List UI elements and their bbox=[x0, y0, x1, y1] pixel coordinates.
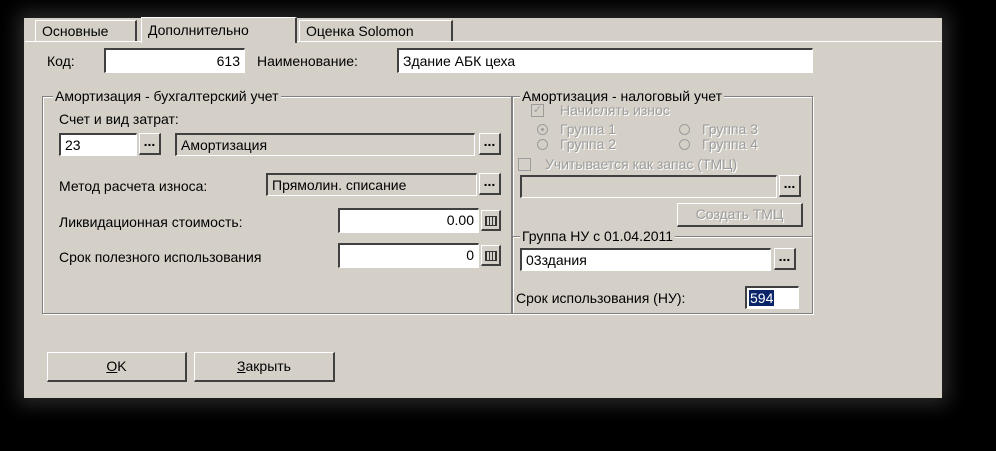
calendar-icon bbox=[484, 251, 497, 261]
calendar-icon bbox=[484, 216, 497, 226]
accrue-label: Начислять износ bbox=[560, 102, 670, 118]
method-label: Метод расчета износа: bbox=[59, 178, 208, 194]
ellipsis-icon: ... bbox=[778, 248, 791, 264]
nu-term-selected-text: 594 bbox=[749, 290, 775, 306]
group4-label: Группа 4 bbox=[702, 136, 759, 152]
inventory-checkbox[interactable] bbox=[518, 158, 531, 171]
useful-life-calculator-button[interactable] bbox=[481, 245, 501, 266]
liquidation-field[interactable]: 0.00 bbox=[338, 208, 479, 233]
cost-type-browse-button[interactable]: ... bbox=[479, 133, 501, 155]
inventory-label: Учитывается как запас (ТМЦ) bbox=[545, 156, 738, 172]
liquidation-calculator-button[interactable] bbox=[481, 210, 501, 231]
name-label: Наименование: bbox=[257, 53, 358, 69]
nu-group-browse-button[interactable]: ... bbox=[774, 248, 796, 270]
cost-type-field: Амортизация bbox=[175, 133, 475, 156]
group3-radio[interactable] bbox=[679, 124, 690, 135]
nu-group-legend: Группа НУ с 01.04.2011 bbox=[520, 228, 676, 244]
nu-term-field[interactable]: 594 bbox=[745, 286, 799, 309]
useful-life-label: Срок полезного использования bbox=[59, 249, 262, 265]
nu-term-label: Срок использования (НУ): bbox=[516, 290, 686, 306]
code-label: Код: bbox=[47, 53, 75, 69]
ellipsis-icon: ... bbox=[483, 173, 496, 189]
inventory-browse-button[interactable]: ... bbox=[779, 175, 801, 197]
group3-label: Группа 3 bbox=[702, 121, 759, 137]
account-field[interactable]: 23 bbox=[59, 133, 137, 156]
group4-radio[interactable] bbox=[679, 139, 690, 150]
checkmark-icon: ✓ bbox=[532, 104, 543, 116]
tax-legend: Амортизация - налоговый учет bbox=[520, 88, 724, 104]
group2-label: Группа 2 bbox=[560, 136, 617, 152]
tab-main[interactable]: Основные bbox=[35, 20, 137, 41]
method-browse-button[interactable]: ... bbox=[479, 173, 501, 195]
account-browse-button[interactable]: ... bbox=[139, 133, 161, 155]
liquidation-label: Ликвидационная стоимость: bbox=[59, 214, 243, 230]
accrue-checkbox[interactable]: ✓ bbox=[531, 104, 544, 117]
group1-label: Группа 1 bbox=[560, 121, 617, 137]
group1-radio[interactable] bbox=[537, 124, 548, 135]
create-inventory-button[interactable]: Создать ТМЦ bbox=[677, 203, 803, 227]
tab-additional[interactable]: Дополнительно bbox=[141, 17, 297, 43]
ellipsis-icon: ... bbox=[143, 133, 156, 149]
accounting-legend: Амортизация - бухгалтерский учет bbox=[53, 88, 281, 104]
nu-group-field[interactable]: 03здания bbox=[520, 248, 771, 271]
method-field: Прямолин. списание bbox=[266, 173, 477, 196]
useful-life-field[interactable]: 0 bbox=[338, 243, 479, 268]
close-button[interactable]: Закрыть bbox=[194, 352, 335, 382]
code-field[interactable]: 613 bbox=[104, 48, 245, 73]
ok-button[interactable]: OK bbox=[47, 352, 187, 382]
tab-solomon[interactable]: Оценка Solomon bbox=[299, 20, 453, 41]
inventory-field bbox=[520, 175, 777, 198]
accounting-group bbox=[42, 96, 512, 314]
name-field[interactable]: Здание АБК цеха bbox=[397, 48, 813, 73]
account-label: Счет и вид затрат: bbox=[59, 111, 179, 127]
group2-radio[interactable] bbox=[537, 139, 548, 150]
ellipsis-icon: ... bbox=[783, 175, 796, 191]
ellipsis-icon: ... bbox=[483, 133, 496, 149]
